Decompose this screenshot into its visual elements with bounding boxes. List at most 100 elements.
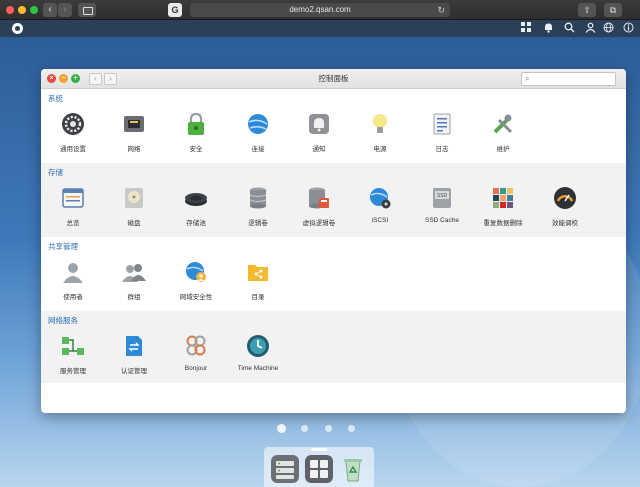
log-icon: [433, 113, 451, 135]
item-group[interactable]: 群组: [102, 243, 166, 303]
item-maintenance[interactable]: 维护: [471, 95, 535, 155]
item-label: 磁盘: [127, 220, 141, 227]
section-storage: 存储 总览 磁盘 存储池 逻辑卷 虚拟逻辑卷 iSCSI SSD SSD Cac…: [41, 163, 626, 237]
back-button[interactable]: ‹: [43, 3, 57, 17]
user-glyph: [585, 22, 596, 33]
item-performance-tuning[interactable]: 效能调校: [533, 169, 597, 229]
control-panel-app-icon[interactable]: [305, 455, 333, 483]
item-label: 存储池: [186, 220, 206, 227]
item-overview[interactable]: 总览: [41, 169, 105, 229]
page-dot-2[interactable]: [301, 425, 308, 432]
overview-icon: [62, 188, 84, 208]
tabs-overview-button[interactable]: ⧉: [604, 3, 622, 17]
section-system: 系统 通用设置 网络 安全 连接 通知 电源 日志 维护: [41, 89, 626, 163]
item-bonjour[interactable]: Bonjour: [164, 317, 228, 377]
dock: [264, 447, 374, 487]
item-label: 逻辑卷: [248, 220, 268, 227]
notification-icon: [309, 114, 329, 134]
search-icon: ⌕: [525, 74, 530, 83]
ssd-icon: SSD: [433, 188, 451, 208]
domain-security-icon: [186, 262, 206, 282]
item-label: 使用者: [63, 294, 83, 301]
globe-icon[interactable]: [602, 22, 615, 35]
bell-glyph: [545, 23, 552, 33]
globe-glyph: [603, 22, 614, 33]
item-notification[interactable]: 通知: [287, 95, 351, 155]
item-label: 群组: [127, 294, 141, 301]
control-panel-window: × − + ‹ › 控制面板 ⌕ 系统 通用设置 网络 安全 连接 通知 电源 …: [41, 69, 626, 413]
item-iscsi[interactable]: iSCSI: [348, 169, 412, 229]
item-security[interactable]: 安全: [164, 95, 228, 155]
item-label: 通用设置: [60, 146, 86, 153]
item-virtual-volume[interactable]: 虚拟逻辑卷: [287, 169, 351, 229]
time-machine-icon: [247, 335, 269, 357]
item-label: 安全: [189, 146, 203, 153]
folder-share-icon: [248, 265, 268, 281]
grid-glyph: [521, 22, 531, 32]
certificate-icon: [126, 336, 142, 356]
lock-icon: [188, 112, 204, 135]
search-icon[interactable]: [563, 22, 576, 35]
maximize-window-button[interactable]: [30, 6, 38, 14]
item-label: 日志: [435, 146, 449, 153]
window-search-input[interactable]: ⌕: [521, 72, 616, 86]
page-dot-3[interactable]: [325, 425, 332, 432]
item-label: 网域安全性: [179, 294, 213, 301]
bell-icon[interactable]: [542, 22, 555, 35]
item-domain-security[interactable]: 网域安全性: [164, 243, 228, 303]
window-titlebar[interactable]: × − + ‹ › 控制面板 ⌕: [41, 69, 626, 89]
minimize-window-button[interactable]: [18, 6, 26, 14]
close-window-button[interactable]: [6, 6, 14, 14]
item-network[interactable]: 网络: [102, 95, 166, 155]
item-label: 认证管理: [121, 368, 147, 375]
virtual-volume-icon: [309, 187, 329, 209]
pool-icon: [185, 193, 207, 206]
sidebar-toggle-button[interactable]: [78, 3, 96, 17]
browser-toolbar: ‹ › G demo2.qsan.com ↻ ⇧ ⧉: [0, 0, 640, 20]
item-ssd-cache[interactable]: SSD SSD Cache: [410, 169, 474, 229]
item-storage-pool[interactable]: 存储池: [164, 169, 228, 229]
page-dot-1[interactable]: [277, 424, 286, 433]
item-service-management[interactable]: 服务管理: [41, 317, 105, 377]
gauge-icon: [554, 187, 576, 209]
forward-button[interactable]: ›: [58, 3, 72, 17]
share-button[interactable]: ⇧: [578, 3, 596, 17]
item-user[interactable]: 使用者: [41, 243, 105, 303]
item-label: 通知: [312, 146, 326, 153]
url-text: demo2.qsan.com: [289, 5, 351, 14]
tools-icon: [493, 114, 513, 134]
address-bar[interactable]: demo2.qsan.com ↻: [190, 3, 450, 17]
item-label: 总览: [66, 220, 80, 227]
qsan-logo-icon[interactable]: [12, 23, 23, 34]
item-time-machine[interactable]: Time Machine: [226, 317, 290, 377]
grid-icon[interactable]: [520, 22, 533, 35]
item-label: iSCSI: [371, 217, 389, 224]
storage-app-icon[interactable]: [271, 455, 299, 483]
item-label: SSD Cache: [425, 217, 459, 224]
item-general-settings[interactable]: 通用设置: [41, 95, 105, 155]
item-label: Bonjour: [184, 365, 208, 372]
volume-icon: [249, 187, 267, 209]
site-favicon-icon: G: [168, 3, 182, 17]
item-volume[interactable]: 逻辑卷: [226, 169, 290, 229]
item-label: 电源: [373, 146, 387, 153]
item-label: 效能调校: [552, 220, 578, 227]
item-label: 目录: [251, 294, 265, 301]
info-glyph: [623, 22, 634, 33]
section-sharing: 共享管理 使用者 群组 网域安全性 目录: [41, 237, 626, 311]
item-connection[interactable]: 连接: [226, 95, 290, 155]
user-icon[interactable]: [584, 22, 597, 35]
item-disk[interactable]: 磁盘: [102, 169, 166, 229]
section-network-services: 网络服务 服务管理 认证管理 Bonjour Time Machine: [41, 311, 626, 383]
recycle-bin-icon[interactable]: [339, 455, 367, 483]
info-icon[interactable]: [622, 22, 635, 35]
item-certificate-management[interactable]: 认证管理: [102, 317, 166, 377]
item-log[interactable]: 日志: [410, 95, 474, 155]
item-power[interactable]: 电源: [348, 95, 412, 155]
item-deduplication[interactable]: 重复数据删除: [471, 169, 535, 229]
reload-icon[interactable]: ↻: [437, 3, 445, 17]
svg-text:SSD: SSD: [437, 193, 448, 199]
item-label: 重复数据删除: [483, 220, 523, 227]
item-directory[interactable]: 目录: [226, 243, 290, 303]
page-dot-4[interactable]: [348, 425, 355, 432]
